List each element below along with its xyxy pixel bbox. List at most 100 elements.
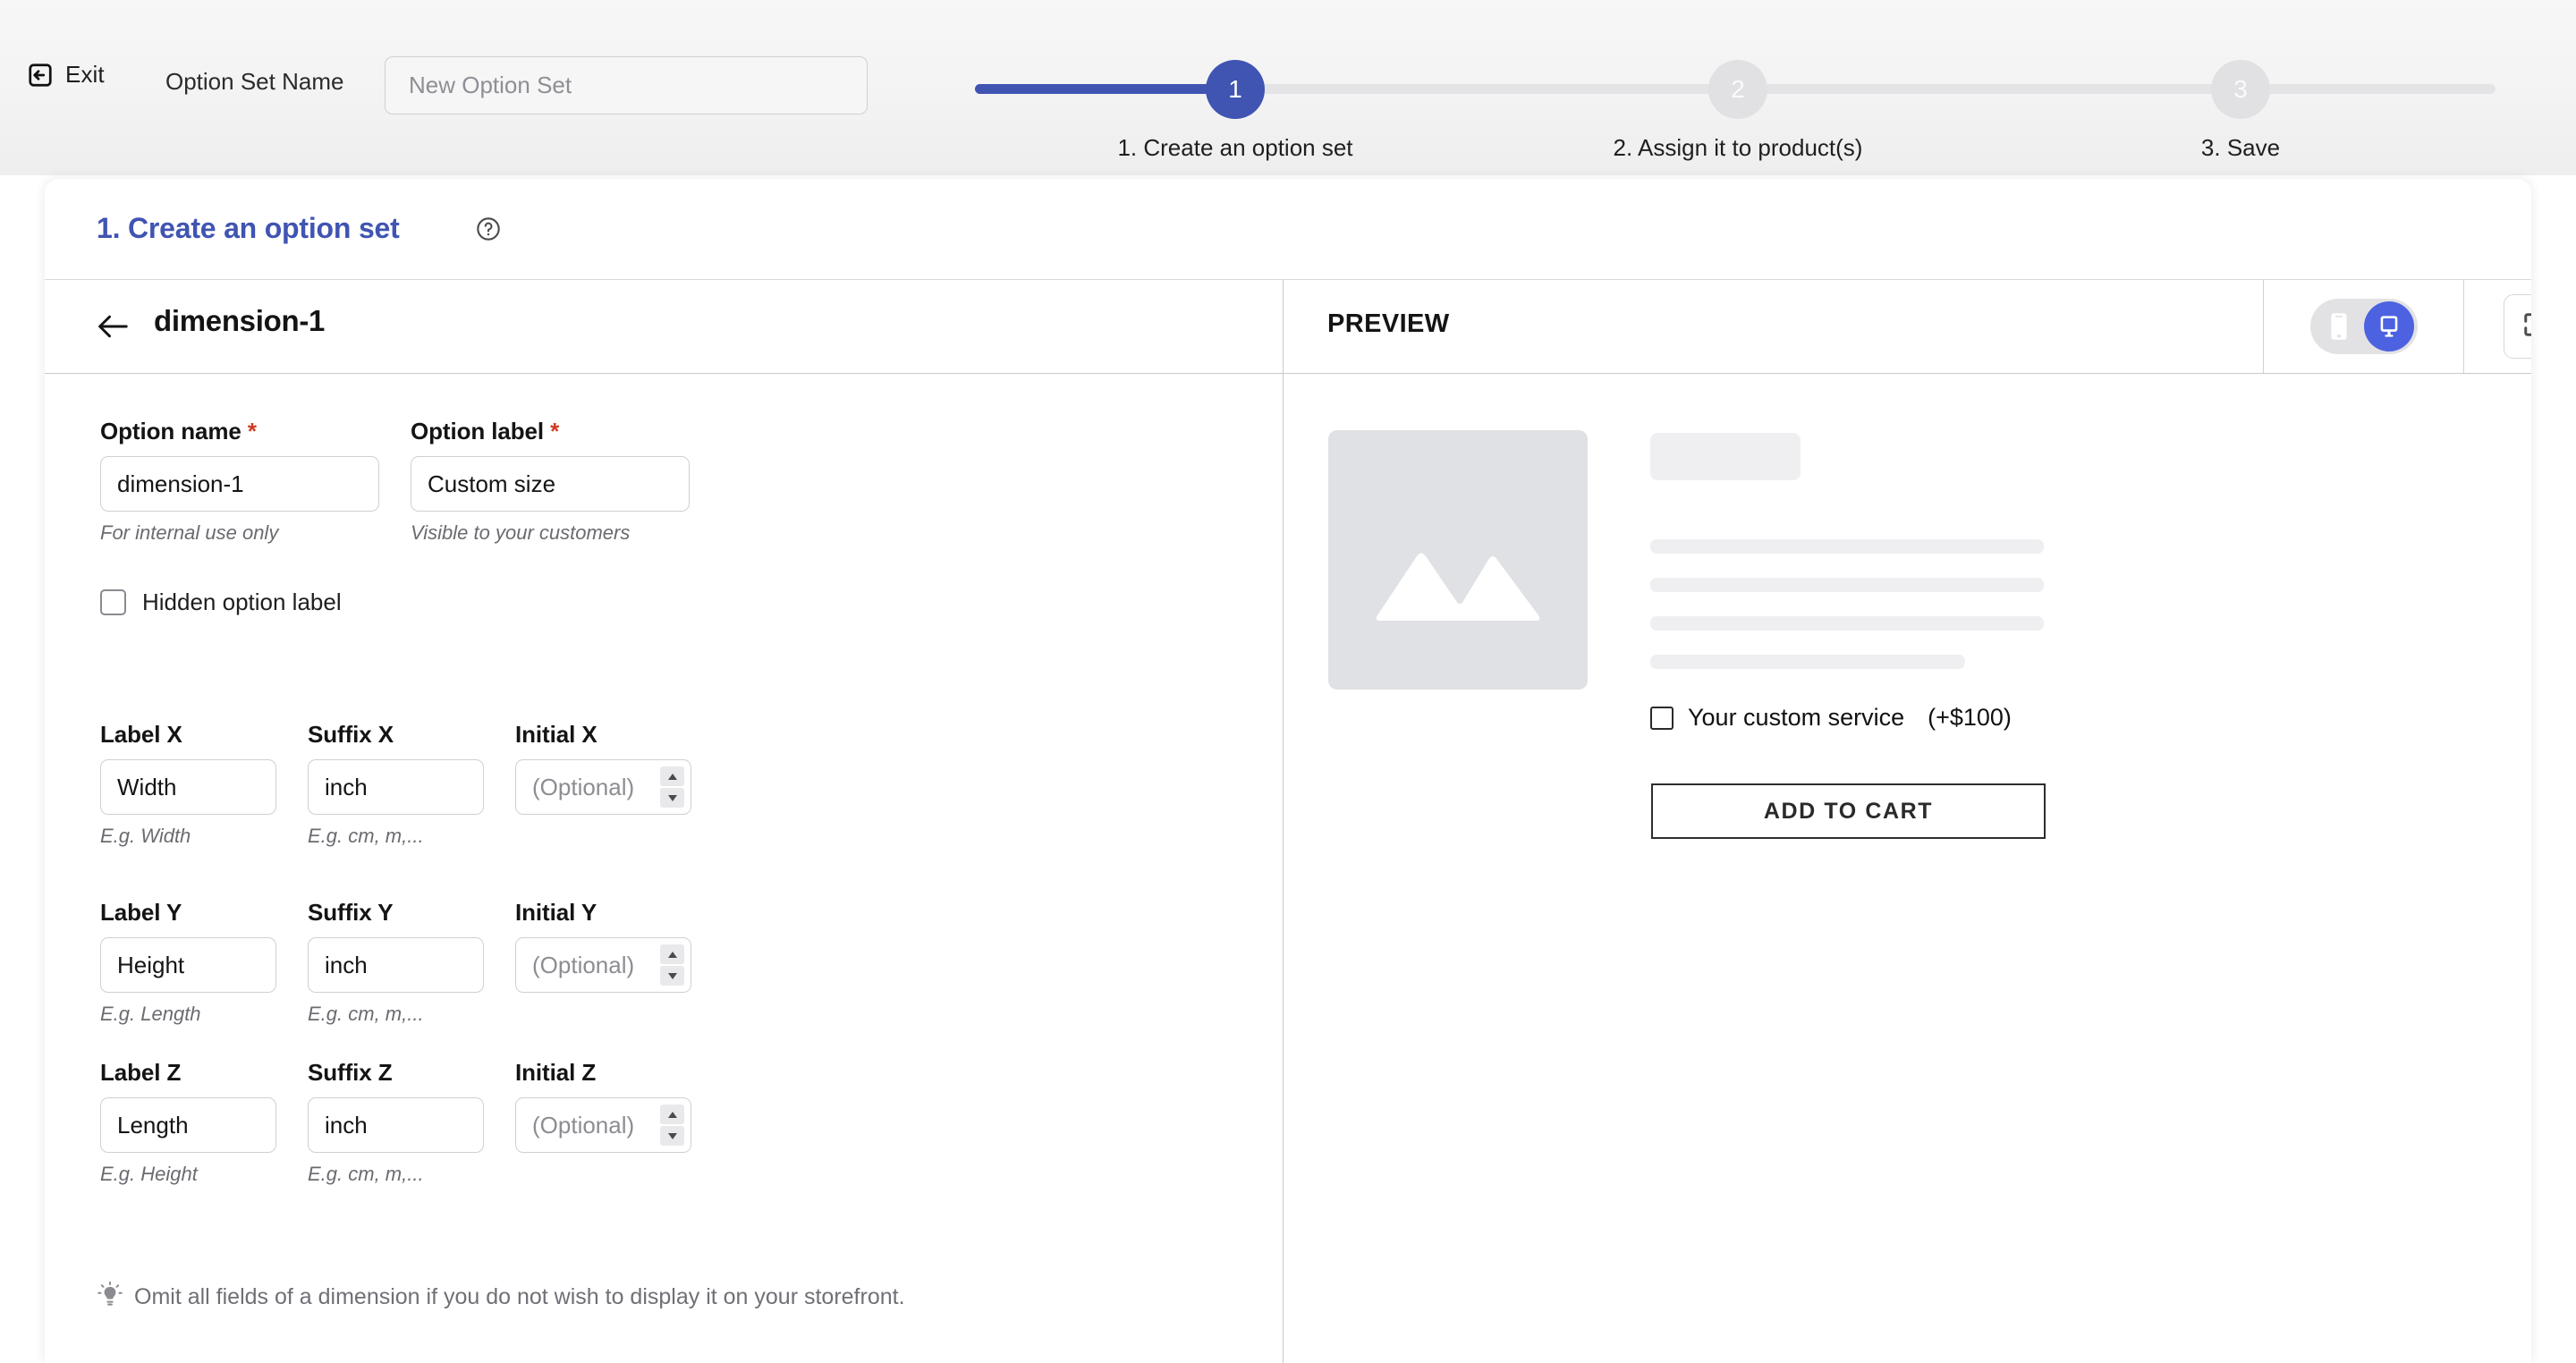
initial-z-label: Initial Z [515, 1059, 597, 1086]
preview-custom-service-label: Your custom service [1688, 704, 1905, 731]
stepper-node-2-number: 2 [1731, 75, 1745, 103]
option-name-hint: For internal use only [100, 521, 279, 544]
initial-z-group: Initial Z [515, 1059, 691, 1186]
option-name-required-mark: * [247, 418, 257, 444]
device-toggle[interactable] [2309, 299, 2418, 354]
checkbox-box-icon [100, 589, 126, 615]
option-label-required-mark: * [550, 418, 560, 444]
option-name-label-text: Option name [100, 418, 242, 444]
stepper-track-fill [975, 84, 1234, 94]
spin-down-icon[interactable] [660, 788, 684, 808]
editor-title: dimension-1 [154, 304, 326, 337]
option-set-name-input[interactable] [385, 56, 868, 114]
stepper-node-1-number: 1 [1228, 75, 1242, 103]
stepper-label-3: 3. Save [2200, 134, 2281, 161]
stepper-label-1: 1. Create an option set [1117, 134, 1353, 161]
tip-row: Omit all fields of a dimension if you do… [97, 1281, 905, 1314]
spin-up-icon[interactable] [660, 944, 684, 964]
fullscreen-icon [2522, 311, 2531, 343]
label-y-input[interactable] [100, 937, 276, 993]
preview-title-skeleton [1650, 433, 1801, 480]
spin-down-icon[interactable] [660, 1126, 684, 1146]
initial-y-label: Initial Y [515, 899, 597, 926]
label-z-label: Label Z [100, 1059, 182, 1086]
preview-pane: PREVIEW Your custom service (+$100) ADD … [1283, 280, 2531, 1363]
initial-y-spin-buttons [660, 944, 684, 986]
preview-line-skeleton [1650, 539, 2044, 554]
initial-x-label: Initial X [515, 721, 597, 748]
option-name-input[interactable] [100, 456, 379, 512]
option-set-name-label: Option Set Name [165, 68, 344, 95]
initial-x-group: Initial X [515, 721, 691, 848]
dimension-row-x: Label X E.g. Width Suffix X E.g. cm, m,.… [100, 721, 691, 848]
product-image-placeholder [1328, 430, 1588, 690]
option-label-group: Option label * Visible to your customers [411, 418, 690, 545]
exit-label: Exit [65, 61, 105, 88]
preview-title: PREVIEW [1327, 309, 1450, 338]
preview-custom-service-price: (+$100) [1928, 704, 2012, 731]
spin-down-icon[interactable] [660, 966, 684, 986]
add-to-cart-button[interactable]: ADD TO CART [1651, 783, 2046, 839]
dimension-row-y: Label Y E.g. Length Suffix Y E.g. cm, m,… [100, 899, 691, 1026]
suffix-x-group: Suffix X E.g. cm, m,... [308, 721, 484, 848]
option-form: Option name * For internal use only Opti… [45, 374, 1283, 1363]
preview-pane-header: PREVIEW [1284, 280, 2531, 374]
tip-text: Omit all fields of a dimension if you do… [134, 1284, 905, 1309]
spin-up-icon[interactable] [660, 1105, 684, 1124]
label-x-label: Label X [100, 721, 182, 748]
option-name-group: Option name * For internal use only [100, 418, 379, 545]
option-set-card: 1. Create an option set dimension-1 Opti… [45, 179, 2531, 1363]
label-x-hint: E.g. Width [100, 825, 191, 847]
arrow-left-icon[interactable] [97, 312, 129, 341]
desktop-icon[interactable] [2363, 301, 2414, 351]
editor-pane-header: dimension-1 [45, 280, 1283, 374]
editor-pane: dimension-1 Option name * For internal u… [45, 280, 1283, 1363]
stepper-node-2[interactable]: 2 [1708, 60, 1767, 119]
fullscreen-button[interactable] [2503, 294, 2531, 359]
page-title: 1. Create an option set [97, 212, 400, 244]
device-toggle-cell [2263, 280, 2463, 373]
label-z-group: Label Z E.g. Height [100, 1059, 276, 1186]
stepper-node-1[interactable]: 1 [1206, 60, 1265, 119]
label-y-group: Label Y E.g. Length [100, 899, 276, 1026]
label-x-input[interactable] [100, 759, 276, 815]
mobile-icon[interactable] [2314, 301, 2364, 351]
top-bar: Exit Option Set Name 1 2 3 1. Create an … [0, 0, 2576, 175]
suffix-y-input[interactable] [308, 937, 484, 993]
stepper-label-2: 2. Assign it to product(s) [1613, 134, 1863, 161]
preview-custom-service-checkbox[interactable]: Your custom service (+$100) [1650, 704, 2012, 732]
label-y-hint: E.g. Length [100, 1003, 201, 1025]
option-label-hint: Visible to your customers [411, 521, 631, 544]
suffix-x-input[interactable] [308, 759, 484, 815]
stepper-node-3-number: 3 [2233, 75, 2248, 103]
spin-up-icon[interactable] [660, 766, 684, 786]
suffix-y-group: Suffix Y E.g. cm, m,... [308, 899, 484, 1026]
exit-button[interactable]: Exit [27, 61, 105, 89]
label-z-input[interactable] [100, 1097, 276, 1153]
initial-y-stepper [515, 937, 691, 993]
option-label-label: Option label * [411, 418, 690, 445]
lightbulb-icon [97, 1281, 123, 1314]
option-label-label-text: Option label [411, 418, 545, 444]
hidden-option-label-text: Hidden option label [142, 588, 342, 615]
name-label-row: Option name * For internal use only Opti… [100, 418, 690, 545]
help-circle-icon[interactable] [476, 216, 501, 241]
preview-body: Your custom service (+$100) ADD TO CART [1284, 374, 2531, 1363]
image-placeholder-icon [1370, 540, 1546, 625]
suffix-y-label: Suffix Y [308, 899, 394, 926]
option-label-input[interactable] [411, 456, 690, 512]
initial-x-spin-buttons [660, 766, 684, 808]
suffix-z-hint: E.g. cm, m,... [308, 1163, 424, 1185]
progress-stepper: 1 2 3 1. Create an option set 2. Assign … [975, 36, 2496, 161]
suffix-x-label: Suffix X [308, 721, 394, 748]
option-name-label: Option name * [100, 418, 379, 445]
preview-line-skeleton [1650, 655, 1965, 669]
hidden-option-label-checkbox[interactable]: Hidden option label [100, 588, 342, 616]
exit-icon [27, 62, 54, 89]
suffix-z-label: Suffix Z [308, 1059, 393, 1086]
dimension-row-z: Label Z E.g. Height Suffix Z E.g. cm, m,… [100, 1059, 691, 1186]
label-y-label: Label Y [100, 899, 182, 926]
suffix-y-hint: E.g. cm, m,... [308, 1003, 424, 1025]
stepper-node-3[interactable]: 3 [2211, 60, 2270, 119]
suffix-z-input[interactable] [308, 1097, 484, 1153]
